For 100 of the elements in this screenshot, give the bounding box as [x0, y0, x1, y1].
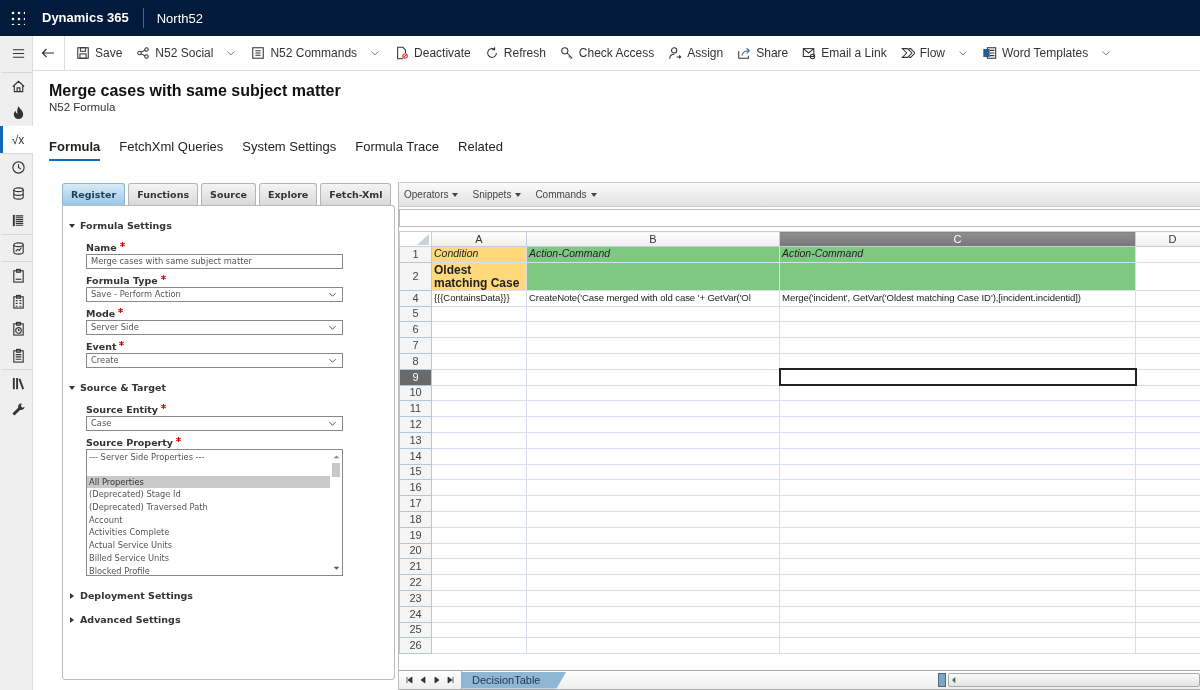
text-field[interactable]: Merge cases with same subject matter [86, 254, 343, 269]
column-header[interactable]: A [431, 231, 527, 247]
field-label: Formula Type [86, 275, 158, 286]
list-icon [10, 213, 26, 228]
list-item[interactable]: Account [87, 513, 330, 527]
section-header[interactable]: Advanced Settings [69, 614, 394, 625]
table-cell[interactable]: {{{ContainsData}}} [431, 290, 527, 307]
caret-icon [515, 192, 522, 197]
tab[interactable]: Register [62, 183, 126, 205]
dropdown[interactable]: Case [86, 416, 343, 431]
nav-item[interactable]: √x [0, 126, 33, 153]
table-cell[interactable]: Merge('incident', GetVar('Oldest matching Case ID'),[incident.incidentid]) [779, 290, 1136, 307]
command-button[interactable]: Refresh [477, 36, 553, 70]
row-header[interactable]: 2 [399, 262, 432, 291]
last-page-icon[interactable] [447, 676, 455, 684]
share-icon [737, 46, 752, 60]
menu-button[interactable]: Commands [535, 189, 597, 200]
split-handle[interactable] [938, 673, 946, 687]
list-item[interactable]: Activities Complete [87, 526, 330, 540]
tab[interactable]: FetchXml Queries [119, 135, 224, 161]
column-header[interactable]: D [1135, 231, 1200, 247]
table-cell[interactable] [526, 262, 780, 291]
scrollbar[interactable] [948, 673, 1200, 687]
command-button[interactable]: N52 Social [129, 36, 245, 70]
command-button[interactable]: N52 Commands [244, 36, 389, 70]
caret-icon [452, 192, 459, 197]
share-nodes-icon [136, 46, 151, 60]
app-launcher-icon[interactable] [11, 11, 25, 25]
field-label: Source Entity [86, 404, 158, 415]
field-label: Name [86, 242, 117, 253]
refresh-icon [484, 46, 499, 60]
record-type: N52 Formula [49, 101, 117, 113]
triangle-right-icon [69, 592, 75, 599]
scroll-thumb[interactable] [332, 463, 340, 477]
clipboard-clock-icon [10, 321, 26, 336]
flow-icon [900, 46, 915, 60]
command-button[interactable]: Deactivate [388, 36, 478, 70]
field-label: Event [86, 341, 117, 352]
app-name[interactable]: Dynamics 365 [42, 8, 144, 28]
database-chart-icon [10, 240, 26, 256]
column-header[interactable]: C [779, 231, 1136, 247]
command-button[interactable]: Word Templates [976, 36, 1120, 70]
tab[interactable]: Fetch-Xml [320, 183, 392, 205]
save-icon [76, 46, 90, 60]
area-name[interactable]: North52 [143, 10, 203, 26]
tab[interactable]: Related [458, 135, 503, 161]
next-page-icon[interactable] [433, 676, 441, 684]
section-header[interactable]: Formula Settings [69, 220, 394, 231]
word-document-icon [983, 46, 997, 60]
selected-cell[interactable] [779, 369, 1136, 386]
list-item[interactable]: (Deprecated) Traversed Path [87, 501, 330, 514]
previous-page-icon[interactable] [419, 676, 427, 684]
wrench-icon [10, 402, 26, 417]
tab[interactable]: Formula Trace [355, 135, 440, 161]
database-icon [10, 186, 26, 201]
table-cell[interactable] [779, 262, 1136, 291]
document-icon [251, 46, 266, 60]
dropdown[interactable]: Save - Perform Action [86, 287, 343, 302]
list-box[interactable]: --- Server Side Properties --- All Properties (Deprecated) Stage Id (Deprecated) Traversed Path Account Activities Complete Actual Service Units Billed Service Units Blocked Profile [86, 449, 343, 576]
field-label: Source Property [86, 437, 174, 448]
tab[interactable]: Formula [49, 135, 101, 161]
field-label: Mode [86, 308, 116, 319]
triangle-down-icon [69, 222, 75, 229]
triangle-right-icon [69, 616, 75, 623]
dropdown[interactable]: Create [86, 353, 343, 368]
command-button[interactable]: Check Access [552, 36, 662, 70]
list-item[interactable]: (Deprecated) Stage Id [87, 488, 330, 502]
section-header[interactable]: Source & Target [69, 382, 394, 393]
command-button[interactable]: Share [730, 36, 796, 70]
tab[interactable]: System Settings [242, 135, 337, 161]
section-header[interactable]: Deployment Settings [69, 590, 394, 601]
home-icon [10, 78, 26, 94]
list-item[interactable]: All Properties [87, 475, 330, 489]
table-cell[interactable]: CreateNote('Case merged with old case '+ GetVar('Ol [526, 290, 780, 307]
clipboard-icon [10, 267, 26, 283]
scroll-up-icon[interactable] [331, 452, 341, 461]
list-item[interactable]: Billed Service Units [87, 551, 330, 565]
clipboard-list-icon [10, 348, 26, 363]
command-button[interactable]: Save [69, 36, 130, 70]
list-item[interactable]: Actual Service Units [87, 539, 330, 552]
tab[interactable]: Functions [128, 183, 199, 205]
tab[interactable]: Source [201, 183, 256, 205]
list-group-label: --- Server Side Properties --- [88, 451, 206, 464]
command-button[interactable]: Assign [661, 36, 731, 70]
clipboard-grid-icon [10, 294, 26, 309]
menu-button[interactable]: Snippets [472, 189, 522, 200]
document-blocked-icon [395, 46, 410, 60]
sheet-tab[interactable]: DecisionTable [462, 671, 567, 689]
triangle-down-icon [69, 384, 75, 391]
scroll-down-icon[interactable] [331, 564, 341, 573]
command-button[interactable]: Email a Link [795, 36, 894, 70]
tab[interactable]: Explore [258, 183, 318, 205]
list-item[interactable]: Blocked Profile [87, 564, 330, 578]
menu-button[interactable]: Operators [404, 189, 459, 200]
column-header[interactable]: B [526, 231, 780, 247]
table-cell[interactable]: Oldest matching Case [431, 262, 527, 291]
first-page-icon[interactable] [405, 676, 413, 684]
command-button[interactable]: Flow [893, 36, 976, 70]
dropdown[interactable]: Server Side [86, 320, 343, 335]
caret-icon [590, 192, 597, 197]
